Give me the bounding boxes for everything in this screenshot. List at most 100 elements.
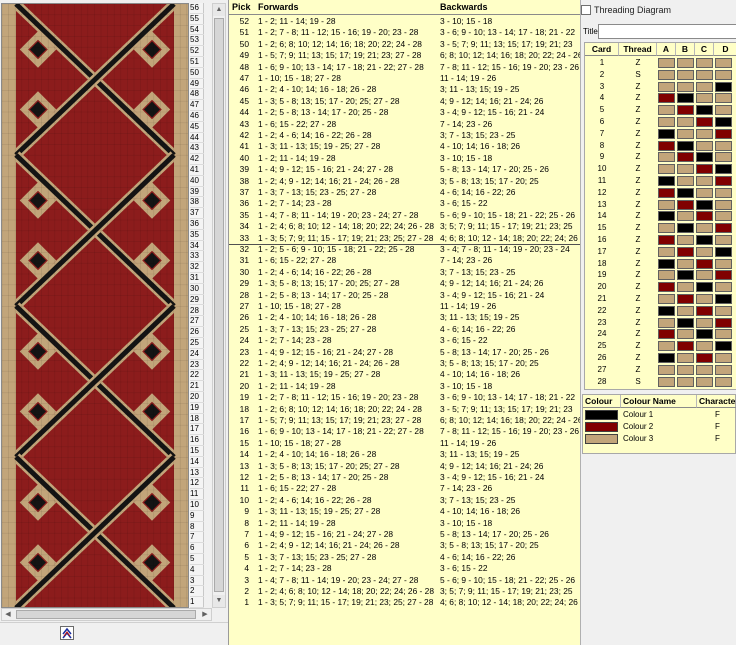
hole-b-colour-cell[interactable]	[677, 270, 694, 281]
thread-direction[interactable]: Z	[619, 81, 657, 93]
hole-b-colour-cell[interactable]	[677, 164, 694, 175]
hole-d-colour-cell[interactable]	[715, 187, 732, 198]
pick-row[interactable]: 47 1 - 10; 15 - 18; 27 - 28 11 - 14; 19 - …	[229, 73, 581, 84]
card-row[interactable]: 12 Z	[585, 187, 736, 199]
hole-a-colour-cell[interactable]	[658, 223, 675, 234]
hole-b-colour-cell[interactable]	[677, 140, 694, 151]
thread-direction[interactable]: Z	[619, 293, 657, 305]
hole-d-colour-cell[interactable]	[715, 235, 732, 245]
hole-a-colour-cell[interactable]	[658, 164, 675, 175]
thread-direction[interactable]: S	[619, 69, 657, 81]
hole-c-colour-cell[interactable]	[696, 164, 713, 175]
hole-a-colour-cell[interactable]	[658, 353, 675, 363]
pick-row[interactable]: 24 1 - 2; 7 - 14; 23 - 28 3 - 6; 15 - 22	[229, 335, 581, 346]
pick-row[interactable]: 33 1 - 3; 5; 7; 9; 11; 15 - 17; 19; 21; 2…	[229, 233, 581, 244]
hole-c-colour-cell[interactable]	[696, 58, 713, 68]
pick-row[interactable]: 4 1 - 2; 7 - 14; 23 - 28 3 - 6; 15 - 22	[229, 563, 581, 574]
hole-d-colour-cell[interactable]	[715, 164, 732, 175]
hole-a-colour-cell[interactable]	[658, 93, 675, 104]
hole-c-colour-cell[interactable]	[696, 258, 713, 269]
hole-c-colour-cell[interactable]	[696, 105, 713, 116]
hole-c-colour-cell[interactable]	[696, 353, 713, 363]
hole-b-colour-cell[interactable]	[677, 258, 694, 269]
hole-d-colour-cell[interactable]	[715, 246, 732, 257]
hscroll-thumb[interactable]	[16, 610, 196, 619]
hole-d-colour-cell[interactable]	[715, 81, 732, 92]
pick-row[interactable]: 1 1 - 3; 5; 7; 9; 11; 15 - 17; 19; 21; 23…	[229, 597, 581, 608]
pick-row[interactable]: 36 1 - 2; 7 - 14; 23 - 28 3 - 6; 15 - 22	[229, 198, 581, 209]
scroll-right-arrow-icon[interactable]: ▶	[199, 609, 211, 620]
hole-c-colour-cell[interactable]	[696, 364, 713, 375]
colour-row[interactable]: Colour 2 F	[583, 421, 736, 433]
colour-column-header[interactable]: Colour	[583, 395, 621, 408]
hole-c-colour-cell[interactable]	[696, 117, 713, 127]
pattern-tool-icon[interactable]	[60, 626, 74, 640]
card-row[interactable]: 4Z	[585, 92, 736, 104]
hole-a-colour-cell[interactable]	[658, 69, 675, 80]
hole-d-colour-cell[interactable]	[715, 69, 732, 80]
hole-c-colour-cell[interactable]	[696, 223, 713, 234]
card-row[interactable]: 13 Z	[585, 199, 736, 211]
pick-row[interactable]: 26 1 - 2; 4 - 10; 14; 16 - 18; 26 - 28 3; …	[229, 312, 581, 323]
card-row[interactable]: 21 Z	[585, 293, 736, 305]
pick-row[interactable]: 34 1 - 2; 4; 6; 8; 10; 12 - 14; 18; 20; 2…	[229, 221, 581, 232]
hole-d-colour-cell[interactable]	[715, 282, 732, 293]
pick-row[interactable]: 7 1 - 4; 9 - 12; 15 - 16; 21 - 24; 27 - 2…	[229, 529, 581, 540]
hole-b-colour-cell[interactable]	[677, 199, 694, 210]
pick-row[interactable]: 13 1 - 3; 5 - 8; 13; 15; 17 - 20; 25; 27 …	[229, 461, 581, 472]
card-row[interactable]: 5Z	[585, 104, 736, 116]
thread-direction[interactable]: Z	[619, 210, 657, 222]
pick-row[interactable]: 20 1 - 2; 11 - 14; 19 - 28 3 - 10; 15 - 18	[229, 381, 581, 392]
card-row[interactable]: 2S	[585, 69, 736, 81]
backwards-column-header[interactable]: Backwards	[440, 2, 488, 12]
thread-direction[interactable]: Z	[619, 305, 657, 317]
card-row[interactable]: 19 Z	[585, 269, 736, 281]
hole-a-colour-cell[interactable]	[658, 128, 675, 139]
card-row[interactable]: 24 Z	[585, 328, 736, 340]
thread-direction[interactable]: Z	[619, 222, 657, 234]
thread-column-header[interactable]: Thread	[619, 43, 657, 56]
thread-direction[interactable]: Z	[619, 269, 657, 281]
card-row[interactable]: 15 Z	[585, 222, 736, 234]
pick-row[interactable]: 10 1 - 2; 4 - 6; 14; 16 - 22; 26 - 28 3; 7…	[229, 495, 581, 506]
hole-c-colour-cell[interactable]	[696, 152, 713, 163]
pick-row[interactable]: 50 1 - 2; 6; 8; 10; 12; 14; 16; 18; 20; 2…	[229, 39, 581, 50]
hole-a-colour-cell[interactable]	[658, 199, 675, 210]
hole-b-colour-cell[interactable]	[677, 282, 694, 293]
pick-row[interactable]: 37 1 - 3; 7 - 13; 15; 23 - 25; 27 - 28 4 -…	[229, 187, 581, 198]
thread-direction[interactable]: Z	[619, 340, 657, 352]
hole-c-colour-cell[interactable]	[696, 246, 713, 257]
pick-row[interactable]: 5 1 - 3; 7 - 13; 15; 23 - 25; 27 - 28 4 - …	[229, 552, 581, 563]
hole-d-colour-cell[interactable]	[715, 199, 732, 210]
pick-row[interactable]: 39 1 - 4; 9 - 12; 15 - 16; 21 - 24; 27 - …	[229, 164, 581, 175]
card-row[interactable]: 8Z	[585, 140, 736, 152]
scroll-thumb[interactable]	[214, 18, 224, 592]
window-icon[interactable]	[581, 5, 591, 15]
hole-a-colour-cell[interactable]	[658, 246, 675, 257]
card-row[interactable]: 20 Z	[585, 281, 736, 293]
weave-horizontal-scrollbar[interactable]: ◀ ▶	[1, 608, 212, 621]
card-row[interactable]: 18 Z	[585, 258, 736, 270]
hole-c-colour-cell[interactable]	[696, 211, 713, 222]
pick-row[interactable]: 18 1 - 2; 6; 8; 10; 12; 14; 16; 18; 20; 2…	[229, 404, 581, 415]
hole-d-colour-cell[interactable]	[715, 93, 732, 104]
hole-a-colour-cell[interactable]	[658, 235, 675, 245]
hole-b-colour-cell[interactable]	[677, 69, 694, 80]
hole-b-colour-cell[interactable]	[677, 341, 694, 352]
thread-direction[interactable]: Z	[619, 246, 657, 258]
card-row[interactable]: 22 Z	[585, 305, 736, 317]
hole-a-column-header[interactable]: A	[657, 43, 676, 56]
card-row[interactable]: 28 S	[585, 376, 736, 388]
hole-c-colour-cell[interactable]	[696, 376, 713, 387]
hole-a-colour-cell[interactable]	[658, 341, 675, 352]
thread-direction[interactable]: Z	[619, 328, 657, 340]
colour-swatch[interactable]	[585, 434, 618, 444]
pick-row[interactable]: 8 1 - 2; 11 - 14; 19 - 28 3 - 10; 15 - 18	[229, 518, 581, 529]
hole-b-colour-cell[interactable]	[677, 58, 694, 68]
hole-a-colour-cell[interactable]	[658, 282, 675, 293]
hole-d-colour-cell[interactable]	[715, 305, 732, 316]
hole-b-colour-cell[interactable]	[677, 353, 694, 363]
hole-b-colour-cell[interactable]	[677, 329, 694, 340]
hole-d-colour-cell[interactable]	[715, 329, 732, 340]
hole-a-colour-cell[interactable]	[658, 140, 675, 151]
